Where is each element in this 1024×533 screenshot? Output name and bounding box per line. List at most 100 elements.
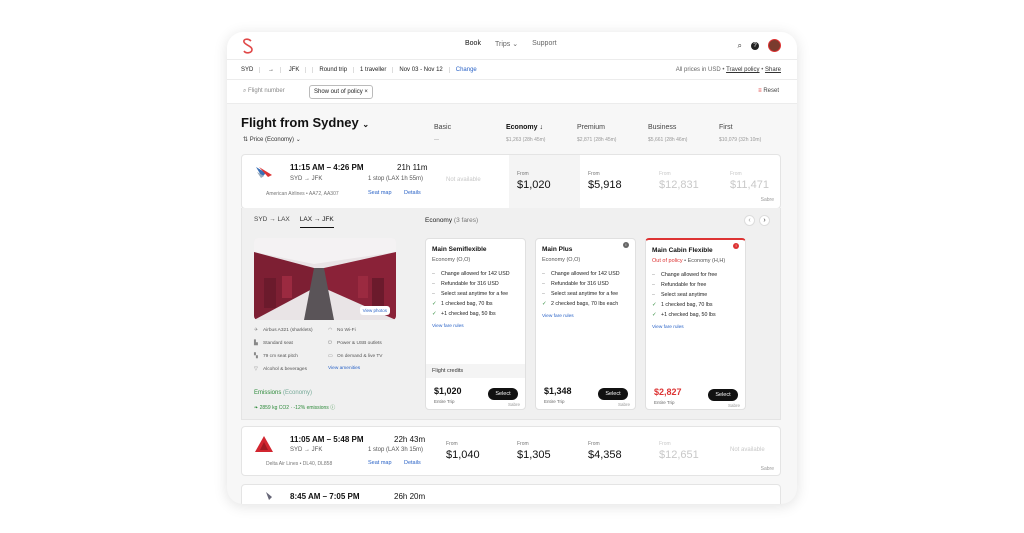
share-link[interactable]: Share	[765, 67, 781, 73]
chevron-down-icon: ⌄	[512, 41, 519, 48]
cabin-header-first[interactable]: First	[719, 124, 733, 131]
plane-icon: ✈	[254, 327, 259, 333]
amenity-tv: ▭ On demand & live TV	[328, 353, 383, 359]
cabin-sub-premium: $2,871 (28h 45m)	[577, 137, 617, 143]
view-fare-rules-link[interactable]: View fare rules	[432, 324, 464, 329]
search-summary-bar: SYD → JFK Round trip 1 traveller Nov 03 …	[227, 60, 797, 80]
amenity-power: ⏻ Power & USB outlets	[328, 340, 382, 346]
provider-label: Sabre	[727, 403, 740, 408]
fare-feature: – Refundable for 316 USD	[542, 281, 609, 287]
fare-cell-economy[interactable]: From $1,305	[509, 427, 580, 477]
pitch-icon: ▚	[254, 353, 258, 359]
fare-cell-premium[interactable]: From $5,918	[580, 155, 651, 209]
flight-duration: 21h 11m	[397, 163, 428, 172]
change-link[interactable]: Change	[450, 67, 483, 73]
search-icon[interactable]: ⌕	[738, 40, 742, 52]
chevron-down-icon: ⌄	[362, 120, 370, 129]
view-amenities-link[interactable]: View amenities	[328, 366, 360, 371]
flight-card[interactable]: 11:15 AM – 4:26 PM 21h 11m SYD → JFK 1 s…	[241, 154, 781, 209]
check-icon: ✓	[652, 302, 657, 308]
fare-cell-basic: Not available	[446, 177, 481, 183]
check-icon: ✓	[432, 311, 437, 317]
fare-feature: – Change allowed for 142 USD	[542, 271, 620, 277]
page-title[interactable]: Flight from Sydney ⌄	[241, 115, 369, 130]
emissions-label: Emissions (Economy)	[254, 390, 313, 396]
fare-cell-premium[interactable]: From $4,358	[580, 427, 651, 477]
cabin-header-economy[interactable]: Economy ↓	[506, 124, 543, 131]
cabin-photo[interactable]: View photos	[254, 238, 396, 320]
chevron-down-icon: ⌄	[295, 137, 301, 143]
flight-duration: 26h 20m	[394, 492, 426, 501]
fare-cell-basic[interactable]: From $1,040	[438, 427, 509, 477]
close-icon[interactable]: ×	[364, 89, 368, 95]
details-link[interactable]: Details	[404, 190, 421, 196]
flight-number-input[interactable]: ⌕ Flight number	[243, 88, 285, 95]
fare-feature: – Select seat anytime for a fee	[432, 291, 509, 297]
cabin-sub-basic: —	[434, 137, 439, 143]
fare-feature: ✓ +1 checked bag, 50 lbs	[432, 311, 496, 317]
fare-card-main-semiflexible[interactable]: Main Semiflexible Economy (O,O) – Change …	[425, 238, 526, 410]
nav-trips[interactable]: Trips ⌄	[495, 40, 518, 48]
flight-card[interactable]: 8:45 AM – 7:05 PM 26h 20m	[241, 484, 781, 504]
nav-support[interactable]: Support	[532, 40, 557, 48]
seat-map-link[interactable]: Seat map	[368, 460, 392, 466]
details-link[interactable]: Details	[404, 460, 421, 466]
seat-icon: ▙	[254, 340, 258, 346]
delta-logo	[255, 436, 273, 452]
reset-button[interactable]: ≡ Reset	[758, 88, 779, 94]
fare-feature: ✓ 1 checked bag, 70 lbs	[432, 301, 493, 307]
info-icon[interactable]: ⓘ	[330, 405, 335, 411]
fare-cell-first: Not available	[730, 447, 765, 453]
nav-book[interactable]: Book	[465, 40, 481, 48]
fares-heading: Economy (3 fares)	[425, 217, 479, 224]
flight-card[interactable]: 11:05 AM – 5:48 PM 22h 43m SYD → JFK 1 s…	[241, 426, 781, 476]
help-icon[interactable]: ?	[751, 41, 759, 50]
search-icon: ⌕	[243, 88, 247, 94]
chevron-right-icon[interactable]: ›	[759, 215, 770, 226]
fare-cell-economy[interactable]: From $1,020	[509, 155, 580, 209]
fare-price: $1,020	[434, 386, 462, 396]
warning-badge-icon[interactable]: !	[733, 243, 739, 249]
travel-policy-link[interactable]: Travel policy	[726, 67, 759, 73]
traveller-count: 1 traveller	[354, 67, 394, 73]
date-range: Nov 03 - Nov 12	[393, 67, 450, 73]
brand-logo[interactable]	[241, 38, 255, 54]
flight-time: 11:15 AM – 4:26 PM	[290, 163, 364, 172]
airline-info: American Airlines • AA72, AA307	[266, 191, 339, 197]
cabin-header-premium[interactable]: Premium	[577, 124, 605, 131]
chevron-left-icon[interactable]: ‹	[744, 215, 755, 226]
view-photos-button[interactable]: View photos	[359, 306, 390, 315]
tab-lax-jfk[interactable]: LAX → JFK	[299, 216, 334, 228]
cabin-header-business[interactable]: Business	[648, 124, 676, 131]
currency-info: All prices in USD • Travel policy • Shar…	[675, 67, 781, 73]
fare-feature: – Change allowed for 142 USD	[432, 271, 510, 277]
avatar[interactable]	[768, 39, 781, 52]
tab-syd-lax[interactable]: SYD → LAX	[254, 216, 290, 228]
fare-cell-business[interactable]: From $12,651	[651, 427, 722, 477]
out-of-policy-chip[interactable]: Show out of policy ×	[309, 85, 373, 99]
fare-cell-business[interactable]: From $12,831	[651, 155, 722, 209]
flight-route: SYD → JFK	[290, 176, 323, 182]
sort-selector[interactable]: ⇅ Price (Economy) ⌄	[243, 136, 301, 143]
fare-class: Economy (O,O)	[542, 257, 581, 263]
view-fare-rules-link[interactable]: View fare rules	[542, 314, 574, 319]
fare-card-main-cabin-flexible[interactable]: ! Main Cabin Flexible Out of policy • Ec…	[645, 238, 746, 410]
wifi-icon: ◠	[328, 327, 333, 333]
fare-name: Main Plus	[542, 246, 573, 253]
filter-icon: ≡	[758, 88, 762, 94]
flight-duration: 22h 43m	[394, 435, 426, 444]
select-button[interactable]: Select	[708, 389, 738, 401]
cabin-header-basic[interactable]: Basic	[434, 124, 451, 131]
info-badge-icon[interactable]: i	[623, 242, 629, 248]
filter-bar: ⌕ Flight number Show out of policy × ≡ R…	[227, 80, 797, 104]
select-button[interactable]: Select	[598, 388, 628, 400]
sort-icon: ⇅	[243, 137, 249, 143]
fare-cell-first[interactable]: From $11,471	[722, 155, 793, 209]
seat-map-link[interactable]: Seat map	[368, 190, 392, 196]
fare-feature: – Select seat anytime for a fee	[542, 291, 619, 297]
emissions-value: ❧ 2859 kg CO2 · -12% emissions ⓘ	[254, 405, 336, 411]
view-fare-rules-link[interactable]: View fare rules	[652, 325, 684, 330]
fare-card-main-plus[interactable]: i Main Plus Economy (O,O) – Change allowe…	[535, 238, 636, 410]
select-button[interactable]: Select	[488, 388, 518, 400]
flight-time: 11:05 AM – 5:48 PM	[290, 435, 364, 444]
